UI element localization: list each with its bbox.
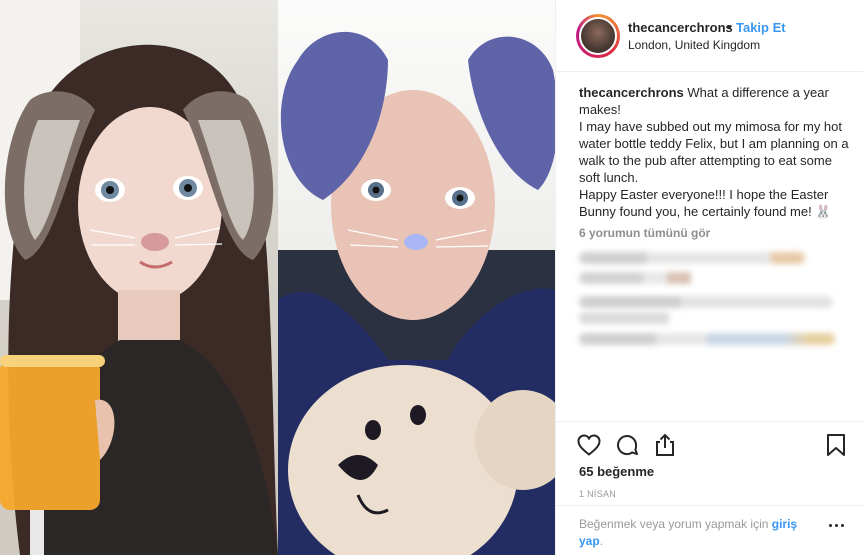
caption-username[interactable]: thecancerchrons <box>579 85 684 100</box>
post-date: 1 NİSAN <box>579 489 617 499</box>
avatar-image <box>579 17 617 55</box>
heart-icon[interactable] <box>576 432 602 458</box>
comment-icon[interactable] <box>614 432 640 458</box>
blurred-comment <box>579 333 835 345</box>
bunny-filter-portrait-left <box>0 0 278 555</box>
blurred-comment <box>579 296 833 308</box>
likes-count[interactable]: 65 beğenme <box>579 464 654 479</box>
divider <box>556 505 863 506</box>
photo-panel-left <box>0 0 278 555</box>
bunny-filter-portrait-right <box>278 31 555 555</box>
post-sidebar: thecancerchrons • Takip Et London, Unite… <box>555 0 863 555</box>
caption-line-2: I may have subbed out my mimosa for my h… <box>579 119 849 185</box>
divider <box>556 421 863 422</box>
login-prompt-text: Beğenmek veya yorum yapmak için <box>579 517 769 531</box>
more-icon[interactable] <box>824 518 848 532</box>
caption-line-3: Happy Easter everyone!!! I hope the East… <box>579 187 832 219</box>
photo-panel-right <box>278 0 555 555</box>
login-suffix: . <box>599 534 604 548</box>
login-prompt: Beğenmek veya yorum yapmak için giriş ya… <box>579 516 814 550</box>
avatar[interactable] <box>576 14 620 58</box>
blurred-comment <box>579 252 805 264</box>
location-link[interactable]: London, United Kingdom <box>628 38 760 52</box>
blurred-comment <box>579 312 759 324</box>
post-photo[interactable] <box>0 0 555 555</box>
follow-button[interactable]: Takip Et <box>736 20 786 35</box>
username-link[interactable]: thecancerchrons <box>628 20 733 35</box>
see-all-comments-link[interactable]: 6 yorumun tümünü gör <box>579 226 710 240</box>
share-icon[interactable] <box>652 432 678 458</box>
post-caption: thecancerchrons What a difference a year… <box>579 84 849 220</box>
post-header: thecancerchrons • Takip Et London, Unite… <box>556 0 863 72</box>
bookmark-icon[interactable] <box>823 432 849 458</box>
blurred-comment <box>579 272 739 284</box>
separator-dot: • <box>727 19 732 34</box>
